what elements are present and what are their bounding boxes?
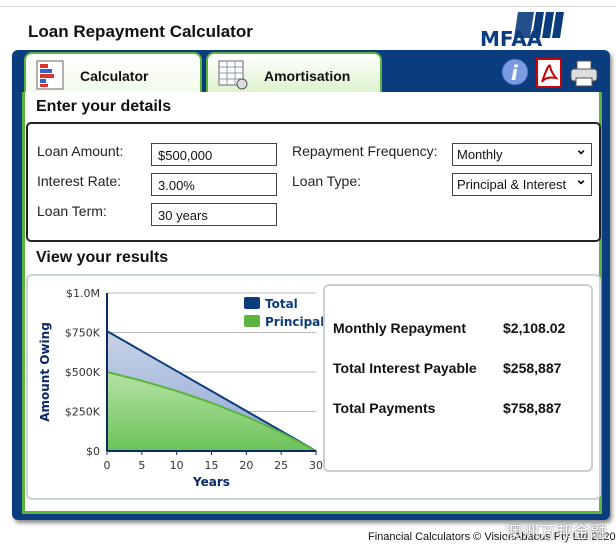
data-point <box>141 379 143 382</box>
watermark: 澳洲万邦金融 <box>505 523 607 542</box>
y-tick-label: $750K <box>65 327 101 340</box>
data-point <box>280 431 282 434</box>
select-value: Principal & Interest <box>457 177 567 192</box>
data-point <box>141 350 143 352</box>
loan-type-select[interactable]: Principal & Interest <box>452 171 592 196</box>
x-tick-label: 30 <box>309 459 323 472</box>
y-tick-label: $1.0M <box>66 287 100 300</box>
x-tick-label: 20 <box>239 459 253 472</box>
interest-rate-label: Interest Rate: <box>37 173 122 189</box>
tab-label: Amortisation <box>264 68 351 84</box>
total-interest-value: $258,887 <box>503 360 562 376</box>
legend-swatch <box>244 297 260 309</box>
legend-swatch <box>244 315 260 327</box>
data-point <box>175 390 178 392</box>
calculator-icon <box>36 60 64 90</box>
x-tick-label: 10 <box>170 459 184 472</box>
tab-calculator[interactable]: Calculator <box>24 52 202 96</box>
monthly-repayment-value: $2,108.02 <box>503 320 566 336</box>
y-tick-label: $250K <box>65 406 101 419</box>
data-point <box>245 410 248 412</box>
amount-owing-chart: $0 $250K $500K $750K $1.0M Total Principal 0 5 10… <box>38 287 323 489</box>
printer-icon[interactable] <box>570 60 598 88</box>
results-panel: $0 $250K $500K $750K $1.0M Total Principal 0 5 10… <box>26 274 601 500</box>
legend-label: Principal <box>265 315 323 329</box>
total-payments-label: Total Payments <box>333 400 436 416</box>
pdf-icon[interactable] <box>536 58 562 88</box>
data-point <box>210 390 213 392</box>
x-tick-label: 25 <box>274 459 288 472</box>
data-point <box>210 401 213 404</box>
tab-label: Calculator <box>80 68 149 84</box>
loan-amount-label: Loan Amount: <box>37 143 124 159</box>
loan-term-label: Loan Term: <box>37 203 107 219</box>
monthly-repayment-label: Monthly Repayment <box>333 320 467 336</box>
y-tick-label: $500K <box>65 366 101 379</box>
svg-text:i: i <box>511 61 519 85</box>
x-tick-label: 0 <box>104 459 111 472</box>
loan-term-input[interactable]: 30 years <box>151 203 277 226</box>
mfaa-logo: MFAA <box>480 12 564 50</box>
x-axis-label: Years <box>192 475 230 489</box>
y-tick-label: $0 <box>86 445 100 458</box>
x-tick-label: 5 <box>138 459 145 472</box>
results-summary: Monthly Repayment $2,108.02 Total Intere… <box>323 284 593 472</box>
loan-amount-input[interactable]: $500,000 <box>151 143 277 166</box>
data-point <box>175 370 178 372</box>
legend-label: Total <box>265 297 298 311</box>
y-axis-label: Amount Owing <box>38 322 52 422</box>
page-title: Loan Repayment Calculator <box>28 22 253 41</box>
details-heading: Enter your details <box>36 98 172 115</box>
loan-type-label: Loan Type: <box>292 173 362 189</box>
svg-text:MFAA: MFAA <box>480 27 543 50</box>
x-tick-label: 15 <box>205 459 219 472</box>
total-interest-label: Total Interest Payable <box>333 360 477 376</box>
details-form: Loan Amount: $500,000 Interest Rate: 3.0… <box>26 122 601 242</box>
tab-amortisation[interactable]: Amortisation <box>206 52 382 96</box>
repayment-frequency-select[interactable]: Monthly <box>452 141 592 166</box>
repayment-frequency-label: Repayment Frequency: <box>292 143 438 159</box>
calculator-panel: Calculator Amortisation i Enter your det… <box>12 50 610 520</box>
total-payments-value: $758,887 <box>503 400 562 416</box>
info-icon[interactable]: i <box>500 58 530 90</box>
table-gear-icon <box>218 60 248 90</box>
calculator-content: Enter your details Loan Amount: $500,000… <box>22 92 602 514</box>
results-heading: View your results <box>36 249 169 266</box>
top-divider <box>0 6 616 7</box>
interest-rate-input[interactable]: 3.00% <box>151 173 277 196</box>
select-value: Monthly <box>457 147 503 162</box>
data-point <box>245 415 248 418</box>
